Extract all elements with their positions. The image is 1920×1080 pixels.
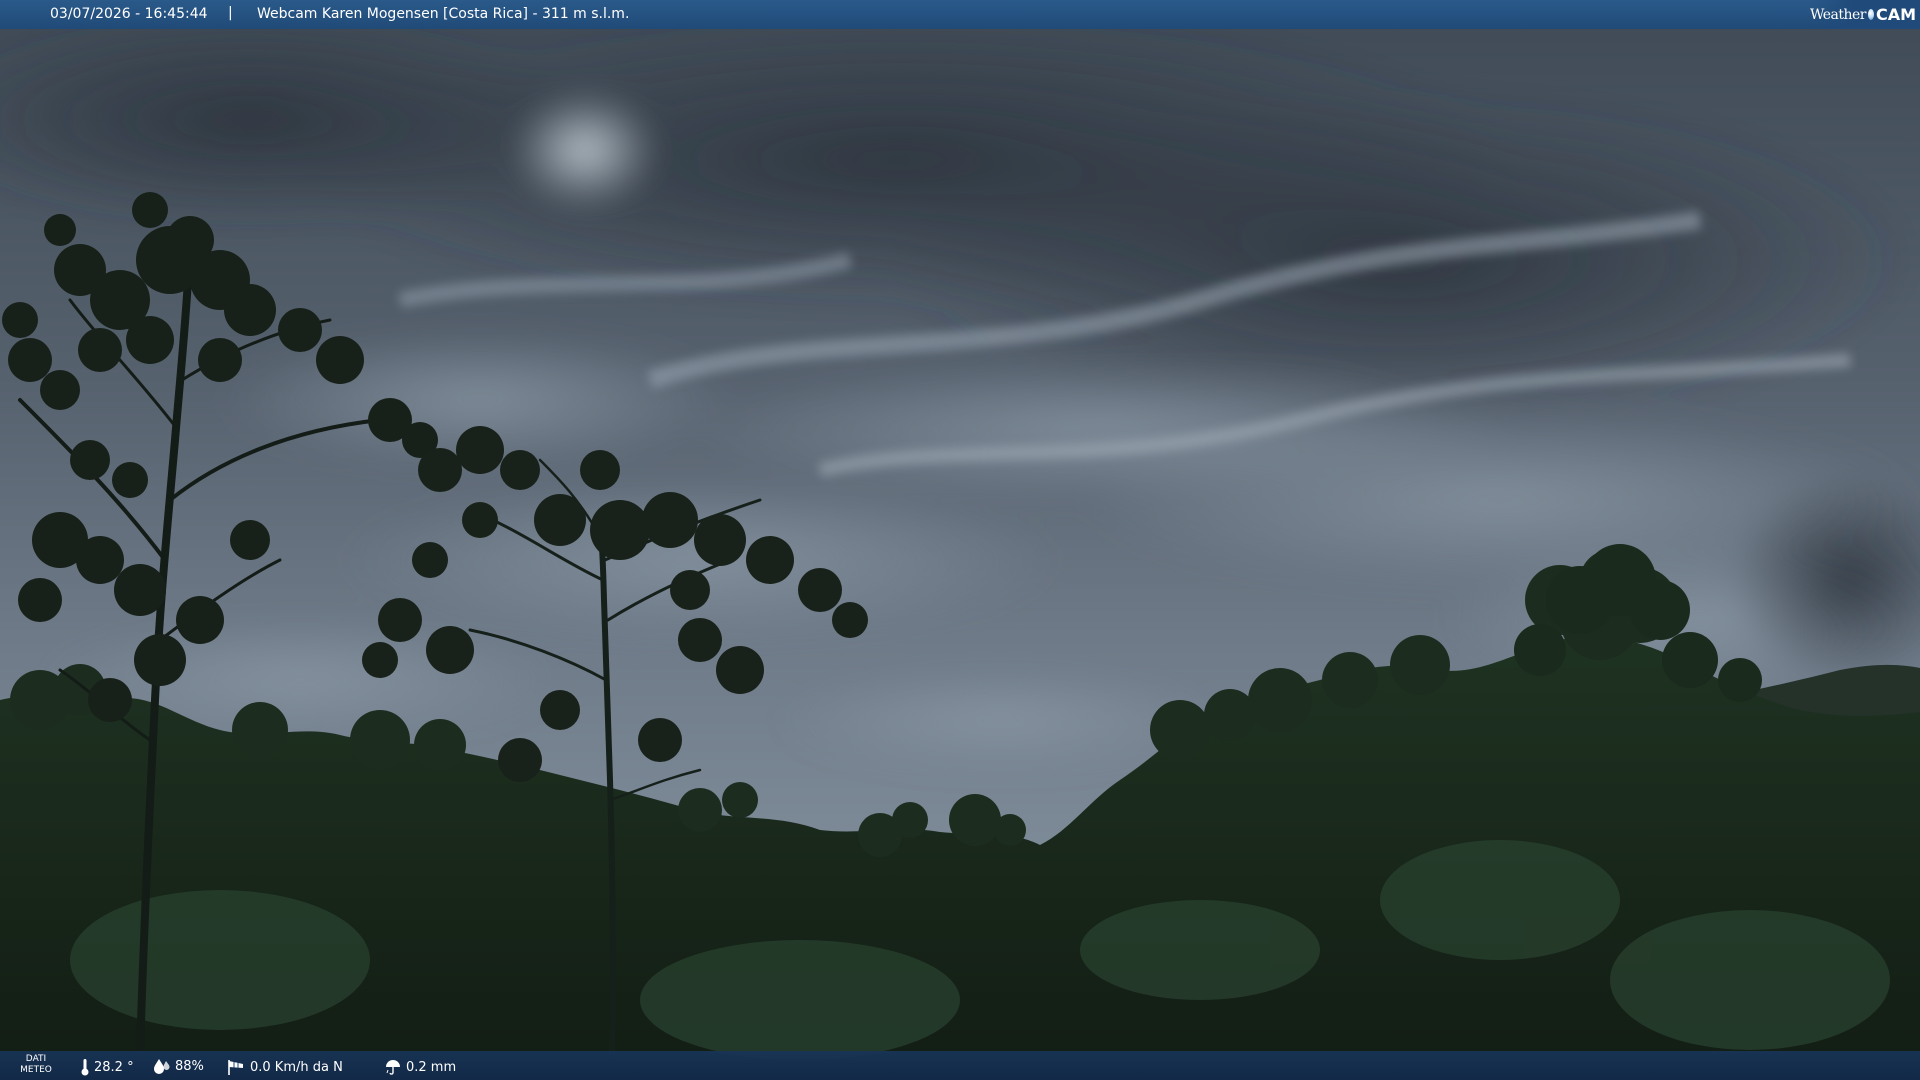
timestamp: 03/07/2026 - 16:45:44 (50, 6, 208, 22)
humidity-drops-icon (154, 1059, 170, 1074)
wind-sock-icon (228, 1060, 243, 1075)
separator: | (228, 5, 233, 21)
rain-value: 0.2 mm (406, 1059, 457, 1075)
temperature-value: 28.2 ° (94, 1059, 134, 1075)
thermometer-icon (81, 1059, 89, 1076)
temperature-reading: 28.2 ° (80, 1058, 134, 1076)
weather-data-label: DATI METEO (20, 1054, 52, 1076)
top-info-bar: 03/07/2026 - 16:45:44 | Webcam Karen Mog… (0, 0, 1920, 29)
weathercam-logo: Weather CAM (1810, 0, 1920, 29)
logo-text-cam: CAM (1875, 5, 1916, 24)
weather-data-bar: DATI METEO 28.2 ° 88% 0.0 Km/h da N 0.2 … (0, 1051, 1920, 1080)
webcam-title: Webcam Karen Mogensen [Costa Rica] - 311… (257, 6, 630, 22)
rain-umbrella-icon (386, 1060, 400, 1075)
logo-text-weather: Weather (1810, 6, 1867, 23)
weather-label-line2: METEO (20, 1065, 52, 1075)
weather-label-line1: DATI (25, 1054, 47, 1064)
webcam-image (0, 0, 1920, 1080)
logo-globe-icon (1868, 9, 1874, 20)
rain-reading: 0.2 mm (384, 1058, 456, 1076)
humidity-reading: 88% (153, 1058, 204, 1074)
humidity-value: 88% (175, 1058, 204, 1074)
wind-value: 0.0 Km/h da N (250, 1059, 343, 1075)
wind-reading: 0.0 Km/h da N (226, 1058, 343, 1076)
webcam-frame: 03/07/2026 - 16:45:44 | Webcam Karen Mog… (0, 0, 1920, 1080)
